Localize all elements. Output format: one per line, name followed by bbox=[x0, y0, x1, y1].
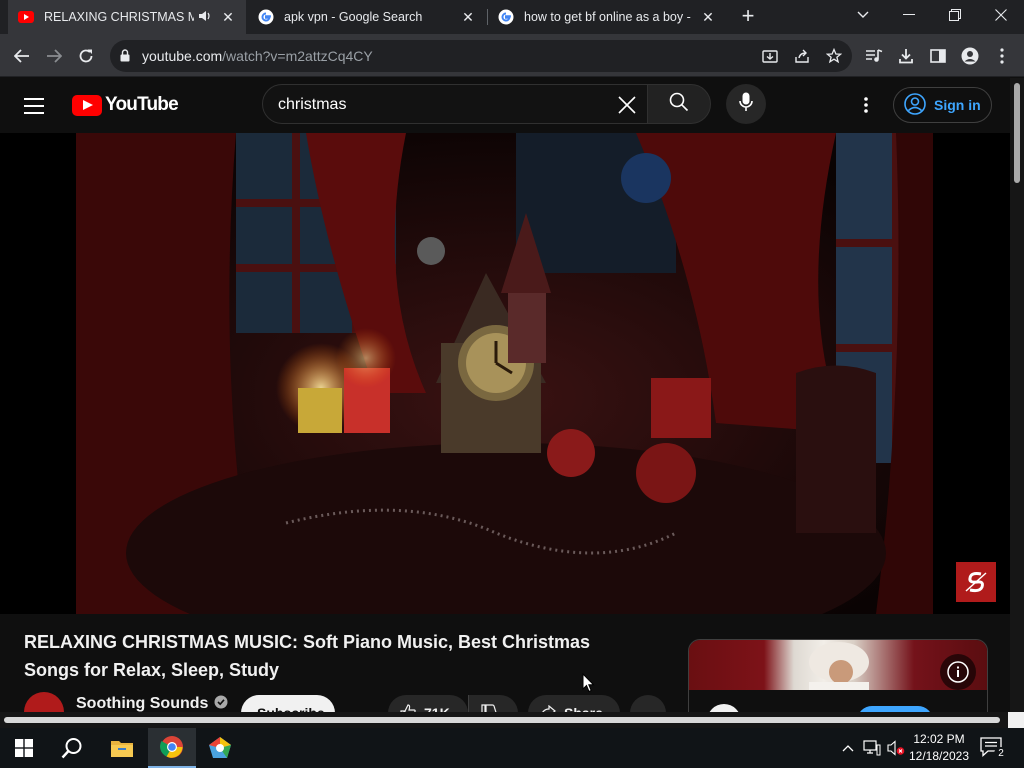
show-hidden-icons-chevron-icon[interactable] bbox=[838, 738, 858, 758]
action-center-button[interactable]: 2 bbox=[980, 737, 1008, 761]
microphone-icon bbox=[739, 92, 753, 117]
profile-icon[interactable] bbox=[956, 42, 984, 70]
search-button[interactable] bbox=[647, 84, 711, 124]
back-button[interactable] bbox=[8, 42, 36, 70]
close-tab-icon[interactable]: ✕ bbox=[460, 9, 476, 25]
channel-watermark[interactable] bbox=[956, 562, 996, 602]
clock-time: 12:02 PM bbox=[913, 732, 965, 746]
url-domain: youtube.com bbox=[142, 48, 223, 64]
sign-in-button[interactable]: Sign in bbox=[893, 87, 992, 123]
close-window-button[interactable] bbox=[978, 0, 1024, 30]
video-christmas-scene bbox=[76, 133, 933, 614]
sign-in-label: Sign in bbox=[934, 97, 981, 113]
minimize-button[interactable] bbox=[886, 0, 932, 30]
address-bar[interactable]: youtube.com/watch?v=m2attzCq4CY bbox=[110, 40, 852, 72]
tab-google-search-2[interactable]: how to get bf online as a boy - G ✕ bbox=[488, 0, 726, 34]
video-frame[interactable] bbox=[76, 133, 933, 614]
youtube-masthead: YouTube Sign in bbox=[0, 78, 1010, 133]
url-path: /watch?v=m2attzCq4CY bbox=[222, 48, 373, 64]
taskbar-search-button[interactable] bbox=[48, 728, 96, 768]
voice-search-button[interactable] bbox=[726, 84, 766, 124]
close-tab-icon[interactable]: ✕ bbox=[220, 9, 236, 25]
file-explorer-button[interactable] bbox=[98, 728, 146, 768]
network-icon[interactable] bbox=[862, 738, 882, 758]
tab-title: apk vpn - Google Search bbox=[284, 10, 423, 24]
account-circle-icon bbox=[904, 92, 926, 118]
google-icon bbox=[498, 9, 514, 25]
youtube-icon bbox=[18, 9, 34, 25]
verified-badge-icon bbox=[214, 695, 228, 714]
bookmark-star-icon[interactable] bbox=[824, 46, 844, 66]
side-panel-icon[interactable] bbox=[924, 42, 952, 70]
ad-info-button[interactable] bbox=[940, 654, 976, 690]
browser-menu-icon[interactable] bbox=[988, 42, 1016, 70]
app-taskbar-button[interactable] bbox=[196, 728, 244, 768]
horizontal-scrollbar[interactable] bbox=[0, 712, 1010, 728]
vertical-scrollbar-thumb[interactable] bbox=[1014, 83, 1020, 183]
folder-icon bbox=[111, 741, 133, 757]
google-icon bbox=[258, 9, 274, 25]
volume-muted-icon[interactable] bbox=[886, 738, 906, 758]
search-box bbox=[262, 84, 648, 124]
tab-title: RELAXING CHRISTMAS MUS bbox=[44, 10, 194, 24]
media-control-icon[interactable] bbox=[860, 42, 888, 70]
close-tab-icon[interactable]: ✕ bbox=[700, 9, 716, 25]
info-icon bbox=[947, 661, 969, 683]
browser-toolbar: youtube.com/watch?v=m2attzCq4CY bbox=[0, 34, 1024, 77]
search-input[interactable] bbox=[278, 94, 598, 116]
install-app-icon[interactable] bbox=[760, 46, 780, 66]
windows-taskbar: 12:02 PM 12/18/2023 2 bbox=[0, 728, 1024, 768]
clock-date: 12/18/2023 bbox=[908, 749, 970, 763]
new-tab-button[interactable]: + bbox=[736, 5, 760, 29]
chrome-icon bbox=[160, 736, 183, 758]
mouse-cursor-icon bbox=[582, 672, 595, 698]
downloads-icon[interactable] bbox=[892, 42, 920, 70]
audio-playing-icon[interactable] bbox=[198, 10, 214, 25]
channel-name[interactable]: Soothing Sounds bbox=[76, 695, 208, 713]
guide-menu-icon[interactable] bbox=[24, 95, 48, 115]
pentagon-app-icon bbox=[209, 737, 231, 758]
video-title: RELAXING CHRISTMAS MUSIC: Soft Piano Mus… bbox=[24, 632, 591, 680]
share-icon[interactable] bbox=[792, 46, 812, 66]
horizontal-scrollbar-thumb[interactable] bbox=[4, 717, 1000, 723]
start-button[interactable] bbox=[0, 728, 48, 768]
notification-count-badge: 2 bbox=[994, 747, 1008, 761]
search-icon bbox=[669, 92, 689, 117]
scrollbar-corner bbox=[1008, 712, 1024, 728]
reload-button[interactable] bbox=[72, 42, 100, 70]
vertical-scrollbar[interactable] bbox=[1010, 78, 1024, 712]
settings-more-icon[interactable] bbox=[854, 93, 878, 117]
windows-logo-icon bbox=[15, 739, 33, 757]
youtube-wordmark: YouTube bbox=[105, 94, 179, 115]
forward-button[interactable] bbox=[40, 42, 68, 70]
lock-icon[interactable] bbox=[120, 49, 130, 67]
tab-google-search-1[interactable]: apk vpn - Google Search ✕ bbox=[248, 0, 486, 34]
tab-youtube-video[interactable]: RELAXING CHRISTMAS MUS ✕ bbox=[8, 0, 246, 34]
youtube-logo[interactable]: YouTube bbox=[72, 93, 179, 117]
restore-button[interactable] bbox=[932, 0, 978, 30]
chrome-taskbar-button[interactable] bbox=[148, 728, 196, 768]
clear-search-icon[interactable] bbox=[613, 91, 641, 119]
tab-search-chevron-icon[interactable] bbox=[840, 0, 886, 30]
tab-title: how to get bf online as a boy - G bbox=[524, 10, 694, 24]
search-icon bbox=[61, 738, 82, 759]
browser-tab-strip: RELAXING CHRISTMAS MUS ✕ apk vpn - Googl… bbox=[0, 0, 1024, 34]
youtube-play-icon bbox=[72, 94, 102, 116]
system-clock[interactable]: 12:02 PM 12/18/2023 bbox=[908, 731, 970, 765]
url-text[interactable]: youtube.com/watch?v=m2attzCq4CY bbox=[142, 48, 373, 64]
